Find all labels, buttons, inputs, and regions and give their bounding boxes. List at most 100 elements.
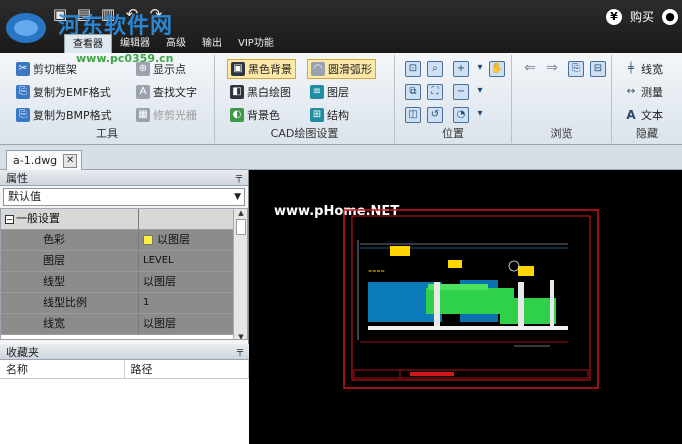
label-block (390, 246, 410, 256)
zoom-previous-icon[interactable]: ↺ (427, 107, 443, 123)
zoom-extents-icon[interactable]: ⧉ (405, 84, 421, 100)
zoom-window-icon[interactable]: ⌕ (427, 61, 443, 77)
property-section[interactable]: − 一般设置 (1, 209, 247, 230)
orbit-icon[interactable]: ◔ (453, 107, 469, 123)
pin-icon[interactable]: ╤ (236, 172, 242, 183)
layers-button[interactable]: ≡ 图层 (310, 82, 349, 102)
group-browse-label: 浏览 (550, 127, 573, 140)
document-tab[interactable]: a-1.dwg ✕ (6, 150, 83, 170)
line-width-icon: ╪ (627, 63, 635, 74)
zoom-out-dropdown-icon[interactable]: ▾ (475, 84, 485, 100)
zoom-in-icon[interactable]: + (453, 61, 469, 77)
watermark-url: www.pc0359.cn (76, 52, 174, 65)
properties-title: 属性 (6, 171, 28, 185)
black-bg-icon: ▣ (231, 62, 245, 76)
drawing-canvas[interactable]: www.pHome.NET ==== (250, 170, 682, 444)
color-swatch (143, 235, 153, 245)
title-bar: ▣ ▤ ▥ ↶ ↷ 河东软件网 查看器 编辑器 高级 输出 VIP功能 ¥ 购买… (0, 0, 682, 53)
tab-editor[interactable]: 编辑器 (112, 34, 158, 53)
property-row[interactable]: 线型比例 1 (1, 293, 247, 314)
cut-frame-button[interactable]: ✂ 剪切框架 (16, 59, 77, 79)
copy-bmp-button[interactable]: ⎘ 复制为BMP格式 (16, 105, 112, 125)
title-block (353, 369, 589, 379)
property-row[interactable]: 线型 以图层 (1, 272, 247, 293)
user-icon[interactable]: ● (662, 8, 678, 25)
zoom-out-icon[interactable]: − (453, 84, 469, 100)
buy-label[interactable]: 购买 (630, 8, 654, 25)
background-color-button[interactable]: ◐ 背景色 (230, 105, 280, 125)
wall (434, 282, 440, 328)
tab-output[interactable]: 输出 (194, 34, 230, 53)
ribbon: ✂ 剪切框架 ⎘ 复制为EMF格式 ⎘ 复制为BMP格式 ⊕ 显示点 A 查找文… (0, 53, 682, 145)
find-text-button[interactable]: A 查找文字 (136, 82, 197, 102)
property-grid: − 一般设置 色彩 以图层 图层 LEVEL 线型 以图层 线型比例 1 线宽 以… (0, 208, 248, 340)
label-block (518, 266, 534, 276)
scroll-down-icon[interactable]: ▼ (234, 333, 247, 339)
zoom-in-dropdown-icon[interactable]: ▾ (475, 61, 485, 77)
measure-toggle[interactable]: ↔ 测量 (624, 82, 663, 102)
group-position-label: 位置 (442, 127, 464, 140)
tab-viewer[interactable]: 查看器 (64, 34, 112, 53)
property-value: 以图层 (139, 314, 247, 334)
planting-area (500, 298, 556, 324)
favorites-panel: 收藏夹 ╤ 名称 路径 (0, 344, 249, 444)
bw-drawing-button[interactable]: ◧ 黑白绘图 (230, 82, 291, 102)
smooth-arc-toggle[interactable]: ◠ 圆滑弧形 (307, 59, 376, 79)
cad-drawing: ==== (343, 209, 599, 389)
column-header-path[interactable]: 路径 (125, 360, 249, 378)
wall (550, 280, 554, 328)
property-value: 1 (139, 293, 247, 313)
find-icon: A (136, 85, 150, 99)
properties-dropdown[interactable]: 默认值 ▼ (3, 188, 245, 206)
currency-icon[interactable]: ¥ (605, 8, 622, 25)
group-hide: ╪ 线宽 ↔ 测量 A 文本 隐藏 (612, 55, 682, 143)
close-layout-icon[interactable]: ⊟ (590, 61, 606, 77)
property-row[interactable]: 线宽 以图层 (1, 314, 247, 335)
favorites-columns: 名称 路径 (0, 360, 249, 379)
tab-vip[interactable]: VIP功能 (230, 34, 282, 53)
structure-button[interactable]: ⊞ 结构 (310, 105, 349, 125)
ground-line (368, 326, 568, 330)
black-background-toggle[interactable]: ▣ 黑色背景 (227, 59, 296, 79)
structure-icon: ⊞ (310, 108, 324, 122)
scissors-icon: ✂ (16, 62, 30, 76)
property-scrollbar[interactable]: ▲ ▼ (233, 209, 247, 339)
column-header-name[interactable]: 名称 (0, 360, 125, 378)
measure-icon: ↔ (626, 86, 636, 97)
properties-header: 属性 ╤ (0, 170, 248, 186)
document-tab-bar: a-1.dwg ✕ (0, 145, 682, 170)
bw-icon: ◧ (230, 85, 244, 99)
orbit-dropdown-icon[interactable]: ▾ (475, 107, 485, 123)
section-title: 一般设置 (16, 212, 60, 225)
line-width-toggle[interactable]: ╪ 线宽 (624, 59, 663, 79)
collapse-icon[interactable]: − (5, 214, 14, 224)
property-value: 以图层 (157, 233, 190, 246)
close-icon[interactable]: ✕ (63, 153, 78, 168)
property-key: 线型 (1, 272, 139, 292)
copy-icon: ⎘ (16, 85, 30, 99)
pin-icon[interactable]: ╤ (237, 346, 243, 357)
property-row[interactable]: 图层 LEVEL (1, 251, 247, 272)
open-layout-icon[interactable]: ⎘ (568, 61, 584, 77)
previous-arrow-icon[interactable]: ⇐ (522, 61, 538, 77)
pan-hand-icon[interactable]: ✋ (489, 61, 505, 77)
view-3d-icon[interactable]: ◫ (405, 107, 421, 123)
fit-window-icon[interactable]: ⊡ (405, 61, 421, 77)
property-value: 以图层 (139, 272, 247, 292)
text-toggle[interactable]: A 文本 (624, 105, 663, 125)
copy-emf-button[interactable]: ⎘ 复制为EMF格式 (16, 82, 111, 102)
drawing-annotation: ==== (368, 269, 385, 275)
group-cad-settings: ▣ 黑色背景 ◧ 黑白绘图 ◐ 背景色 ◠ 圆滑弧形 ≡ 图层 ⊞ 结构 CAD… (215, 55, 395, 143)
property-key: 线宽 (1, 314, 139, 334)
copy-bmp-icon: ⎘ (16, 108, 30, 122)
next-arrow-icon[interactable]: ⇒ (544, 61, 560, 77)
trim-raster-button[interactable]: ▦ 修剪光栅 (136, 105, 197, 125)
scroll-up-icon[interactable]: ▲ (234, 209, 247, 217)
property-row[interactable]: 色彩 以图层 (1, 230, 247, 251)
tab-advanced[interactable]: 高级 (158, 34, 194, 53)
scrollbar-thumb[interactable] (236, 219, 246, 235)
properties-dropdown-value: 默认值 (8, 190, 41, 203)
zoom-fit-icon[interactable]: ⛶ (427, 84, 443, 100)
left-panel: 属性 ╤ 默认值 ▼ − 一般设置 色彩 以图层 图层 LEVEL 线型 以图层 … (0, 170, 249, 444)
palette-icon: ◐ (230, 108, 244, 122)
